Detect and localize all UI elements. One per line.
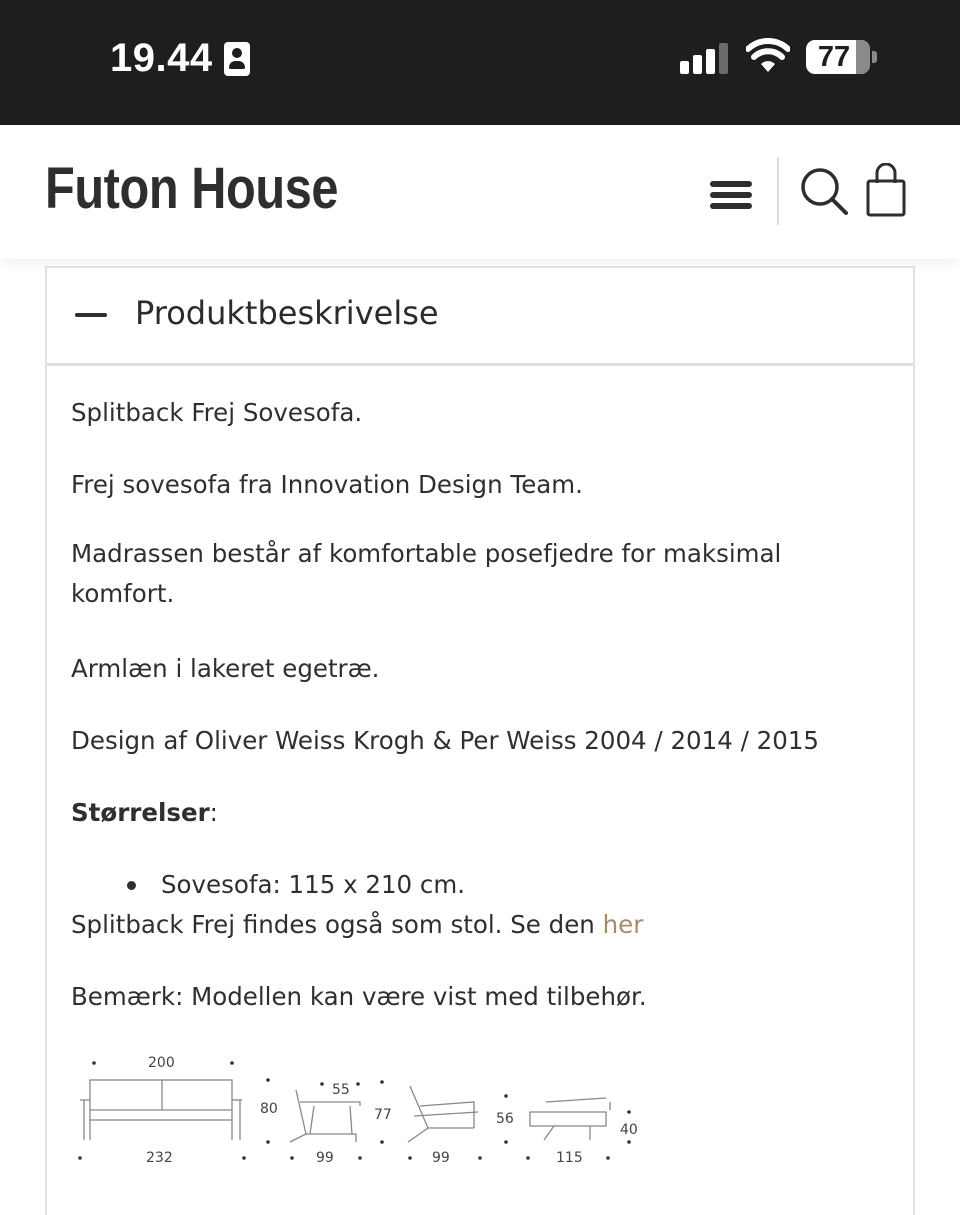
- search-icon[interactable]: [798, 165, 850, 217]
- paragraph: Design af Oliver Weiss Krogh & Per Weiss…: [71, 726, 820, 755]
- chair-link[interactable]: her: [603, 910, 644, 939]
- dim-sofa-width-top: 200: [148, 1055, 175, 1071]
- sofa-reclined-drawing: [407, 1085, 479, 1143]
- dim-side-depth: 99: [316, 1150, 334, 1166]
- paragraph: Armlæn i lakeret egetræ.: [71, 654, 380, 683]
- accordion-title: Produktbeskrivelse: [135, 294, 439, 332]
- sizes-heading-suffix: :: [209, 798, 218, 827]
- dim-side-height: 77: [374, 1107, 392, 1123]
- battery-level: 77: [817, 41, 851, 73]
- site-logo[interactable]: Futon House: [45, 155, 339, 222]
- wifi-icon: [746, 38, 790, 72]
- menu-icon[interactable]: [710, 177, 754, 211]
- dim-sofa-height: 80: [260, 1101, 278, 1117]
- paragraph: Splitback Frej Sovesofa.: [71, 398, 363, 427]
- battery-icon: 77: [806, 40, 870, 74]
- status-bar: 19.44 77: [0, 0, 960, 125]
- contact-card-icon: [224, 42, 250, 76]
- dim-bed-length: 115: [556, 1150, 583, 1166]
- dim-bed-height: 40: [620, 1122, 638, 1138]
- paragraph: Frej sovesofa fra Innovation Design Team…: [71, 470, 583, 499]
- sofa-bed-drawing: [529, 1097, 611, 1141]
- site-header: Futon House: [0, 125, 960, 259]
- header-divider: [777, 157, 779, 225]
- accordion-header[interactable]: Produktbeskrivelse: [47, 268, 913, 366]
- sofa-front-drawing: [80, 1079, 242, 1140]
- sizes-heading: Størrelser: [71, 798, 210, 827]
- collapse-icon[interactable]: [75, 313, 107, 317]
- bullet-icon: [127, 881, 136, 890]
- dimensions-diagram: 200 232 80 55 77 99 99 56 115 40: [78, 1055, 638, 1166]
- cellular-signal-icon: [680, 42, 732, 74]
- dim-recline-depth: 99: [432, 1150, 450, 1166]
- battery-tip: [872, 51, 877, 63]
- list-item: Sovesofa: 115 x 210 cm.: [161, 870, 466, 899]
- chair-text-line: Splitback Frej findes også som stol. Se …: [71, 910, 643, 939]
- note-text: Bemærk: Modellen kan være vist med tilbe…: [71, 982, 647, 1011]
- dim-recline-height: 56: [496, 1111, 514, 1127]
- shopping-bag-icon[interactable]: [864, 163, 908, 219]
- dim-seat-depth: 55: [332, 1082, 350, 1098]
- chair-text: Splitback Frej findes også som stol. Se …: [71, 910, 603, 939]
- sizes-heading-line: Størrelser:: [71, 798, 218, 827]
- status-time: 19.44: [110, 36, 213, 80]
- paragraph: Madrassen består af komfortable posefjed…: [71, 539, 782, 608]
- dim-sofa-width-bottom: 232: [146, 1150, 173, 1166]
